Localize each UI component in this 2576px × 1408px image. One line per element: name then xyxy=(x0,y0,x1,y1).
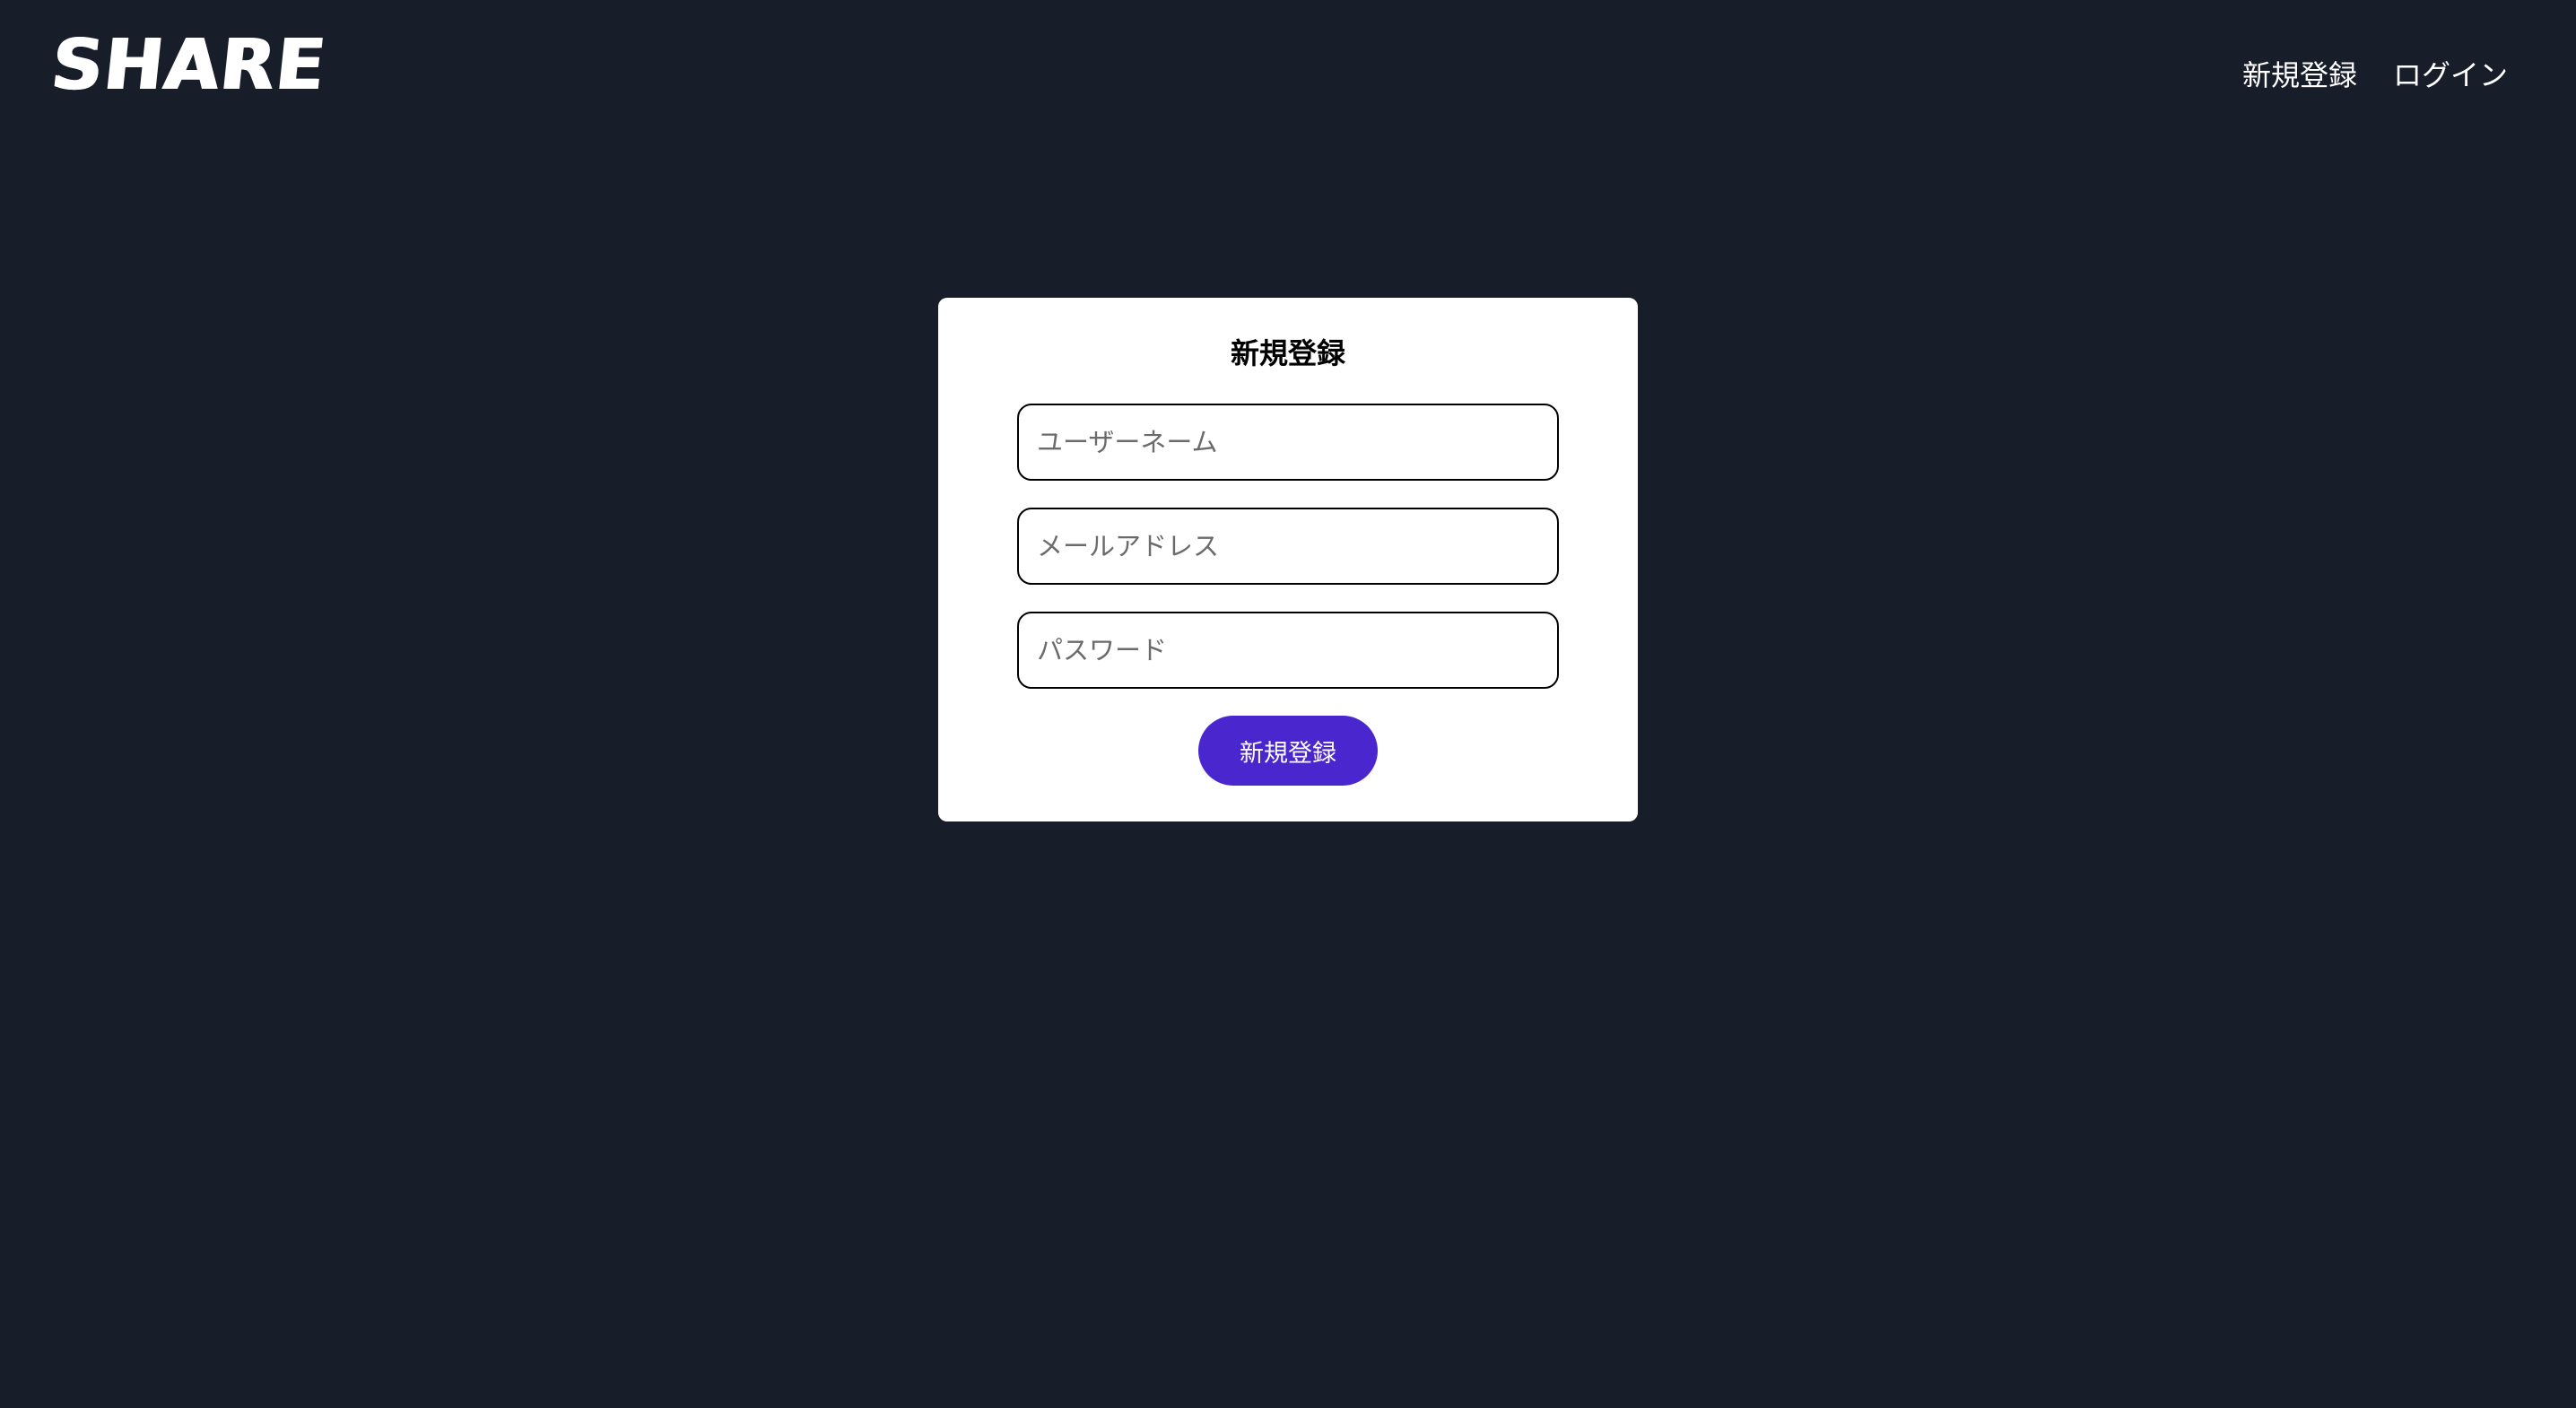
site-logo[interactable]: SHARE xyxy=(48,25,330,106)
email-input[interactable] xyxy=(1017,508,1559,585)
nav-login-link[interactable]: ログイン xyxy=(2393,56,2508,95)
signup-submit-button[interactable]: 新規登録 xyxy=(1198,716,1378,786)
password-input[interactable] xyxy=(1017,612,1559,689)
signup-card: 新規登録 新規登録 xyxy=(938,298,1638,821)
nav-signup-link[interactable]: 新規登録 xyxy=(2242,56,2357,95)
site-header: SHARE 新規登録 ログイン xyxy=(0,0,2576,143)
header-nav: 新規登録 ログイン xyxy=(2242,56,2508,95)
username-input[interactable] xyxy=(1017,404,1559,481)
signup-title: 新規登録 xyxy=(1230,336,1345,370)
